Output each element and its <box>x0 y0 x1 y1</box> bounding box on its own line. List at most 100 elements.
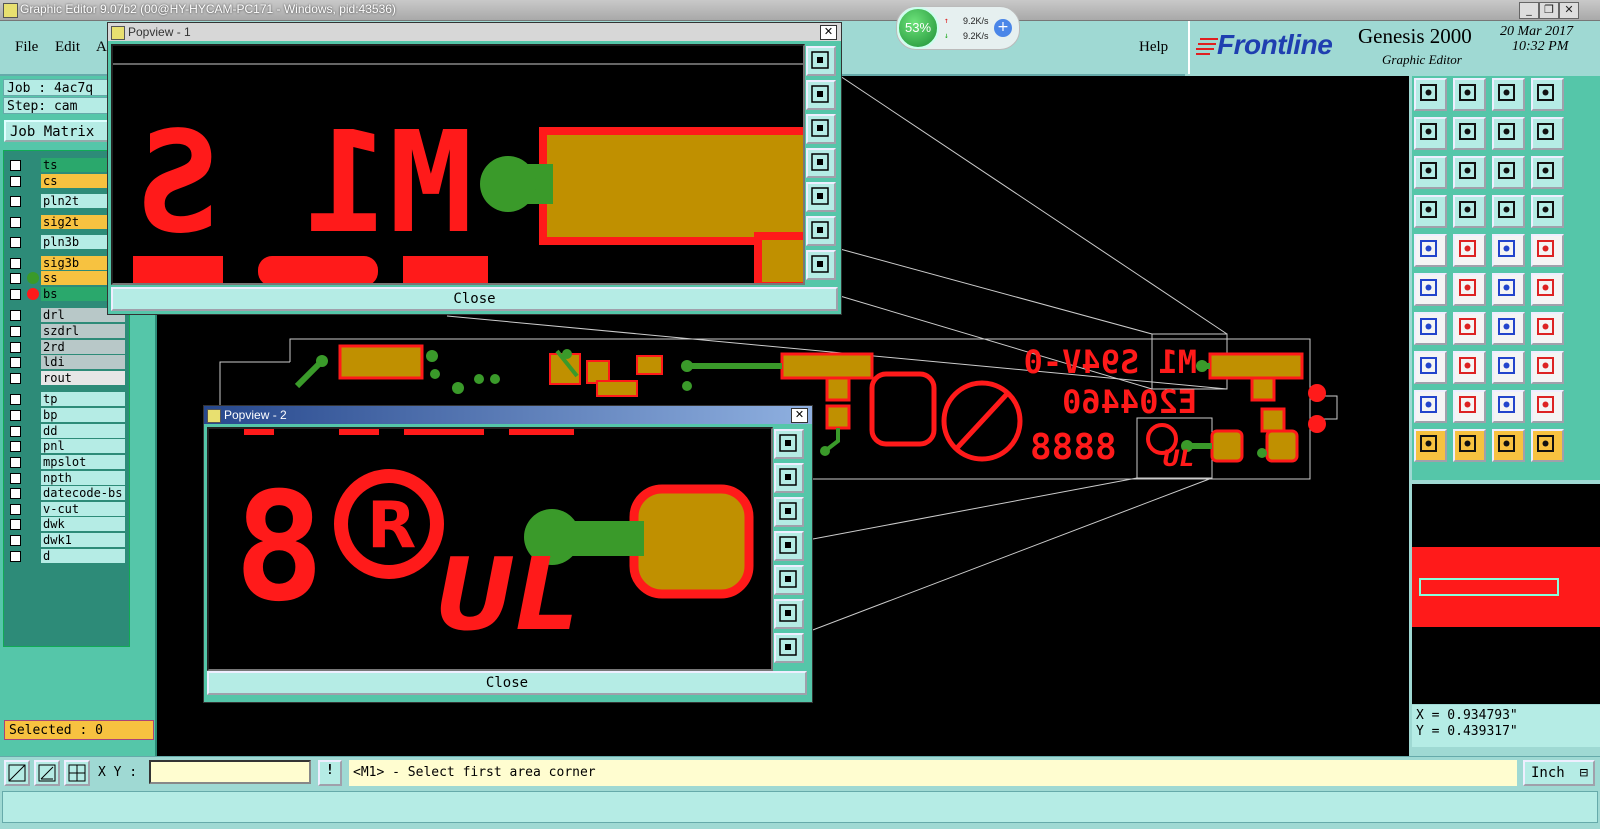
job-matrix-button[interactable]: Job Matrix <box>4 120 109 142</box>
layer-checkbox[interactable] <box>10 310 21 321</box>
trace-button[interactable] <box>1453 351 1486 384</box>
arrow-point2-button[interactable] <box>1531 273 1564 306</box>
popview-right-button[interactable] <box>774 565 804 595</box>
measure-button[interactable] <box>1414 195 1447 228</box>
popview-down-button[interactable] <box>774 497 804 527</box>
layer-row-v-cut[interactable]: v-cut <box>7 502 125 516</box>
layer-checkbox[interactable] <box>10 473 21 484</box>
angle-tool-button[interactable] <box>34 760 60 786</box>
layer-row-tp[interactable]: tp <box>7 392 125 406</box>
popview-up-button[interactable] <box>774 463 804 493</box>
layer-checkbox[interactable] <box>10 196 21 207</box>
xy-input[interactable] <box>149 760 311 784</box>
layer-checkbox[interactable] <box>10 441 21 452</box>
layer-row-dd[interactable]: dd <box>7 424 125 438</box>
popview-left-button[interactable] <box>774 531 804 561</box>
cursor-multi-button[interactable] <box>1531 429 1564 462</box>
popview-down-button[interactable] <box>806 114 836 144</box>
fit-center-button[interactable] <box>1414 156 1447 189</box>
layer-red-button[interactable] <box>1492 195 1525 228</box>
layer-name[interactable]: v-cut <box>41 502 125 516</box>
layer-name[interactable]: bp <box>41 408 125 422</box>
popview-2-title[interactable]: Popview - 2 ✕ <box>204 406 812 424</box>
snap-tool-button[interactable] <box>4 760 30 786</box>
mirror-button[interactable] <box>1531 312 1564 345</box>
popview-1[interactable]: Popview - 1 ✕ M1 S Close <box>107 22 842 315</box>
layer-row-dwk[interactable]: dwk <box>7 517 125 531</box>
popview-fit-button[interactable] <box>774 599 804 629</box>
layer-name[interactable]: npth <box>41 471 125 485</box>
select-button[interactable] <box>1414 234 1447 267</box>
layer-row-2rd[interactable]: 2rd <box>7 340 125 354</box>
angle-button[interactable] <box>1414 312 1447 345</box>
popview-1-close-icon[interactable]: ✕ <box>820 25 837 40</box>
layer-name[interactable]: datecode-bs <box>41 486 125 500</box>
zoom-fit-button[interactable] <box>1531 117 1564 150</box>
point-button[interactable] <box>1531 234 1564 267</box>
layer-name[interactable]: dwk1 <box>41 533 125 547</box>
popview-left-button[interactable] <box>806 148 836 178</box>
layer-name[interactable]: dwk <box>41 517 125 531</box>
menu-a[interactable]: A <box>96 39 107 56</box>
layer-row-npth[interactable]: npth <box>7 471 125 485</box>
unit-selector[interactable]: Inch ⊟ <box>1523 760 1595 786</box>
cursor-box-button[interactable] <box>1453 429 1486 462</box>
layer-name[interactable]: ldi <box>41 355 125 369</box>
cursor-button[interactable] <box>1414 429 1447 462</box>
layer-row-szdrl[interactable]: szdrl <box>7 324 125 338</box>
popview-zoom-button[interactable] <box>774 429 804 459</box>
popview-1-title[interactable]: Popview - 1 ✕ <box>108 23 841 41</box>
layer-checkbox[interactable] <box>10 357 21 368</box>
triangle3-button[interactable] <box>1492 390 1525 423</box>
menu-edit[interactable]: Edit <box>55 39 80 56</box>
cursor-circle-button[interactable] <box>1492 429 1525 462</box>
layer-name[interactable]: pnl <box>41 439 125 453</box>
scale-1-2-button[interactable] <box>1492 156 1525 189</box>
popview-center-button[interactable] <box>806 250 836 280</box>
layer-name[interactable]: szdrl <box>41 324 125 338</box>
window-title-bar[interactable]: Graphic Editor 9.07b2 (00@HY-HYCAM-PC171… <box>0 0 1600 21</box>
plus-icon[interactable]: + <box>994 19 1012 37</box>
copy-button[interactable] <box>1531 351 1564 384</box>
overview-map[interactable] <box>1412 484 1600 704</box>
overview-window[interactable] <box>1412 484 1600 704</box>
popview-1-view[interactable]: M1 S <box>111 44 805 285</box>
intersect-button[interactable] <box>1453 273 1486 306</box>
layer-name[interactable]: 2rd <box>41 340 125 354</box>
ruler-button[interactable] <box>1492 234 1525 267</box>
zoom-window-button[interactable] <box>1531 78 1564 111</box>
popview-zoom-button[interactable] <box>806 46 836 76</box>
line-button[interactable] <box>1453 312 1486 345</box>
layer-checkbox[interactable] <box>10 410 21 421</box>
layer-row-datecode-bs[interactable]: datecode-bs <box>7 486 125 500</box>
triangle-button[interactable] <box>1414 390 1447 423</box>
layer-name[interactable]: rout <box>41 371 125 385</box>
popview-1-close-button[interactable]: Close <box>111 287 838 311</box>
layer-blue-button[interactable] <box>1531 195 1564 228</box>
layer-name[interactable]: mpslot <box>41 455 125 469</box>
layer-checkbox[interactable] <box>10 273 21 284</box>
layer-row-pnl[interactable]: pnl <box>7 439 125 453</box>
grid-tool-button[interactable] <box>64 760 90 786</box>
layer-checkbox[interactable] <box>10 373 21 384</box>
popview-2-close-button[interactable]: Close <box>207 671 807 695</box>
pan-left-button[interactable] <box>1414 117 1447 150</box>
zoom-home-button[interactable] <box>1414 78 1447 111</box>
layer-checkbox[interactable] <box>10 176 21 187</box>
array-button[interactable] <box>1492 351 1525 384</box>
triangle2-button[interactable] <box>1453 390 1486 423</box>
connect-button[interactable] <box>1414 273 1447 306</box>
layer-checkbox[interactable] <box>10 237 21 248</box>
layer-checkbox[interactable] <box>10 519 21 530</box>
popview-right-button[interactable] <box>806 182 836 212</box>
layer-checkbox[interactable] <box>10 258 21 269</box>
arrow-point-button[interactable] <box>1492 273 1525 306</box>
rotate-button[interactable] <box>1492 312 1525 345</box>
restore-button[interactable]: ❐ <box>1539 2 1559 19</box>
popview-2[interactable]: Popview - 2 ✕ 8 R UL Close <box>203 405 813 703</box>
network-meter[interactable]: 53% ↑ 9.2K/s ↓ 9.2K/s + <box>896 6 1020 50</box>
menu-file[interactable]: File <box>15 39 38 56</box>
warning-button[interactable]: ! <box>318 760 342 786</box>
layer-checkbox[interactable] <box>10 289 21 300</box>
zoom-home2-button[interactable] <box>1492 78 1525 111</box>
